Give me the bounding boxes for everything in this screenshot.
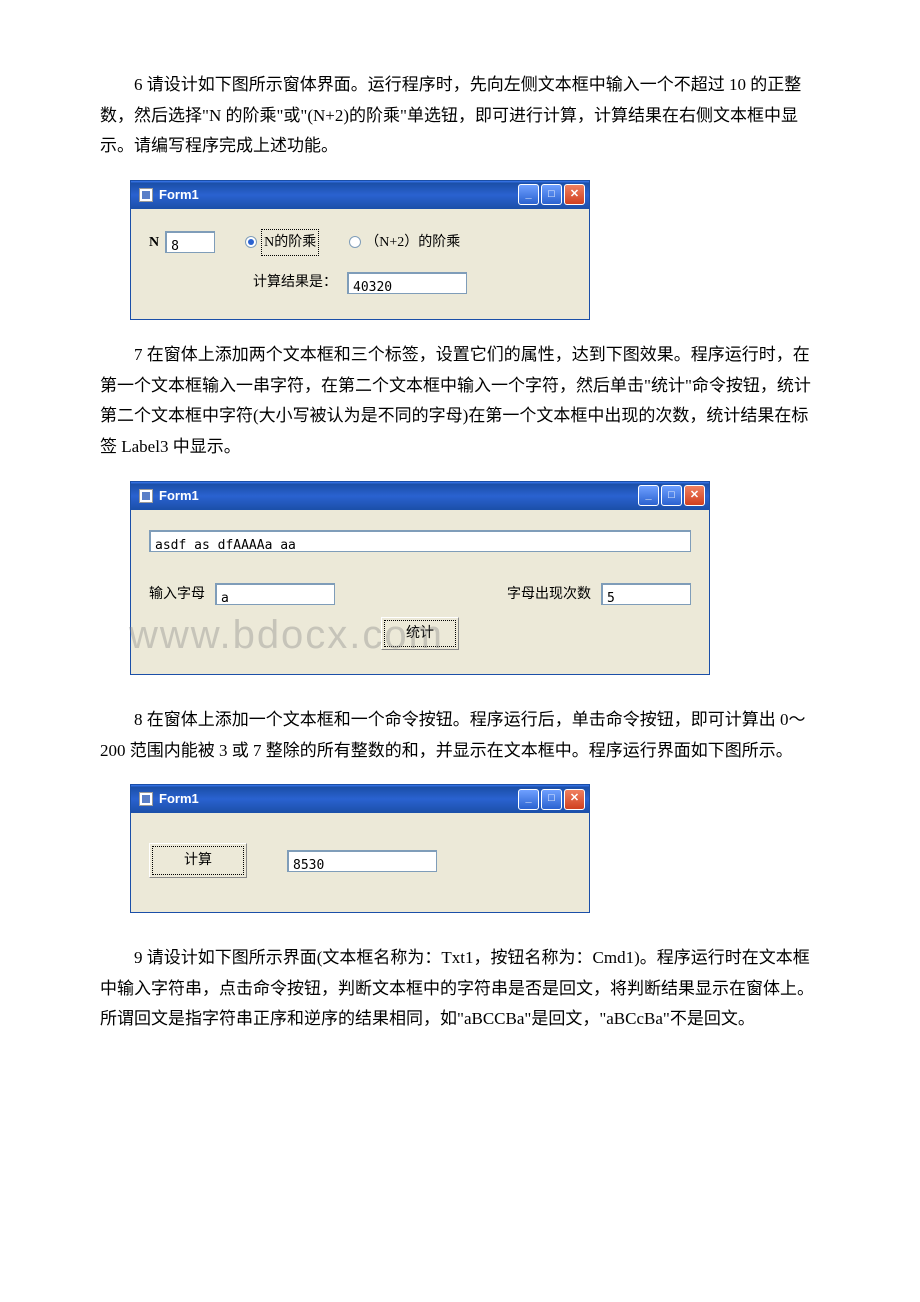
calculate-button[interactable]: 计算 (149, 843, 247, 878)
input-n[interactable]: 8 (165, 231, 215, 253)
maximize-icon[interactable]: □ (661, 485, 682, 506)
close-icon[interactable]: ✕ (564, 789, 585, 810)
label-n: N (149, 230, 159, 255)
close-icon[interactable]: ✕ (684, 485, 705, 506)
titlebar: Form1 _ □ ✕ (131, 482, 709, 510)
paragraph-8: 8 在窗体上添加一个文本框和一个命令按钮。程序运行后，单击命令按钮，即可计算出 … (100, 705, 820, 766)
titlebar: Form1 _ □ ✕ (131, 181, 589, 209)
radio-n-factorial-label: N的阶乘 (261, 229, 319, 256)
result-label: 计算结果是： (253, 270, 337, 295)
paragraph-6: 6 请设计如下图所示窗体界面。运行程序时，先向左侧文本框中输入一个不超过 10 … (100, 70, 820, 162)
app-icon (139, 188, 153, 202)
window-title: Form1 (159, 183, 516, 206)
window-title: Form1 (159, 787, 516, 810)
maximize-icon[interactable]: □ (541, 789, 562, 810)
text1-input[interactable]: asdf as dfAAAAa aa (149, 530, 691, 552)
label-count: 字母出现次数 (507, 582, 591, 607)
minimize-icon[interactable]: _ (518, 184, 539, 205)
titlebar: Form1 _ □ ✕ (131, 785, 589, 813)
count-output: 5 (601, 583, 691, 605)
client-area: N 8 N的阶乘 （N+2）的阶乘 计算结果是： 40320 (131, 209, 589, 319)
radio-n2-factorial[interactable] (349, 236, 361, 248)
form1-window-3: Form1 _ □ ✕ 计算 8530 (130, 784, 590, 913)
form1-window: Form1 _ □ ✕ N 8 N的阶乘 （N+2）的阶乘 计算结果是： 403… (130, 180, 590, 320)
app-icon (139, 489, 153, 503)
paragraph-7: 7 在窗体上添加两个文本框和三个标签，设置它们的属性，达到下图效果。程序运行时，… (100, 340, 820, 462)
paragraph-9: 9 请设计如下图所示界面(文本框名称为：Txt1，按钮名称为：Cmd1)。程序运… (100, 943, 820, 1035)
result-output[interactable]: 40320 (347, 272, 467, 294)
radio-n-factorial[interactable] (245, 236, 257, 248)
minimize-icon[interactable]: _ (518, 789, 539, 810)
watermark: www.bdocx.com (129, 599, 444, 671)
form1-window-2: Form1 _ □ ✕ asdf as dfAAAAa aa 输入字母 a 字母… (130, 481, 710, 675)
close-icon[interactable]: ✕ (564, 184, 585, 205)
radio-n2-factorial-label: （N+2）的阶乘 (365, 230, 460, 255)
client-area: 计算 8530 (131, 813, 589, 912)
maximize-icon[interactable]: □ (541, 184, 562, 205)
client-area: asdf as dfAAAAa aa 输入字母 a 字母出现次数 5 www.b… (131, 510, 709, 674)
sum-output[interactable]: 8530 (287, 850, 437, 872)
minimize-icon[interactable]: _ (638, 485, 659, 506)
app-icon (139, 792, 153, 806)
window-title: Form1 (159, 484, 636, 507)
